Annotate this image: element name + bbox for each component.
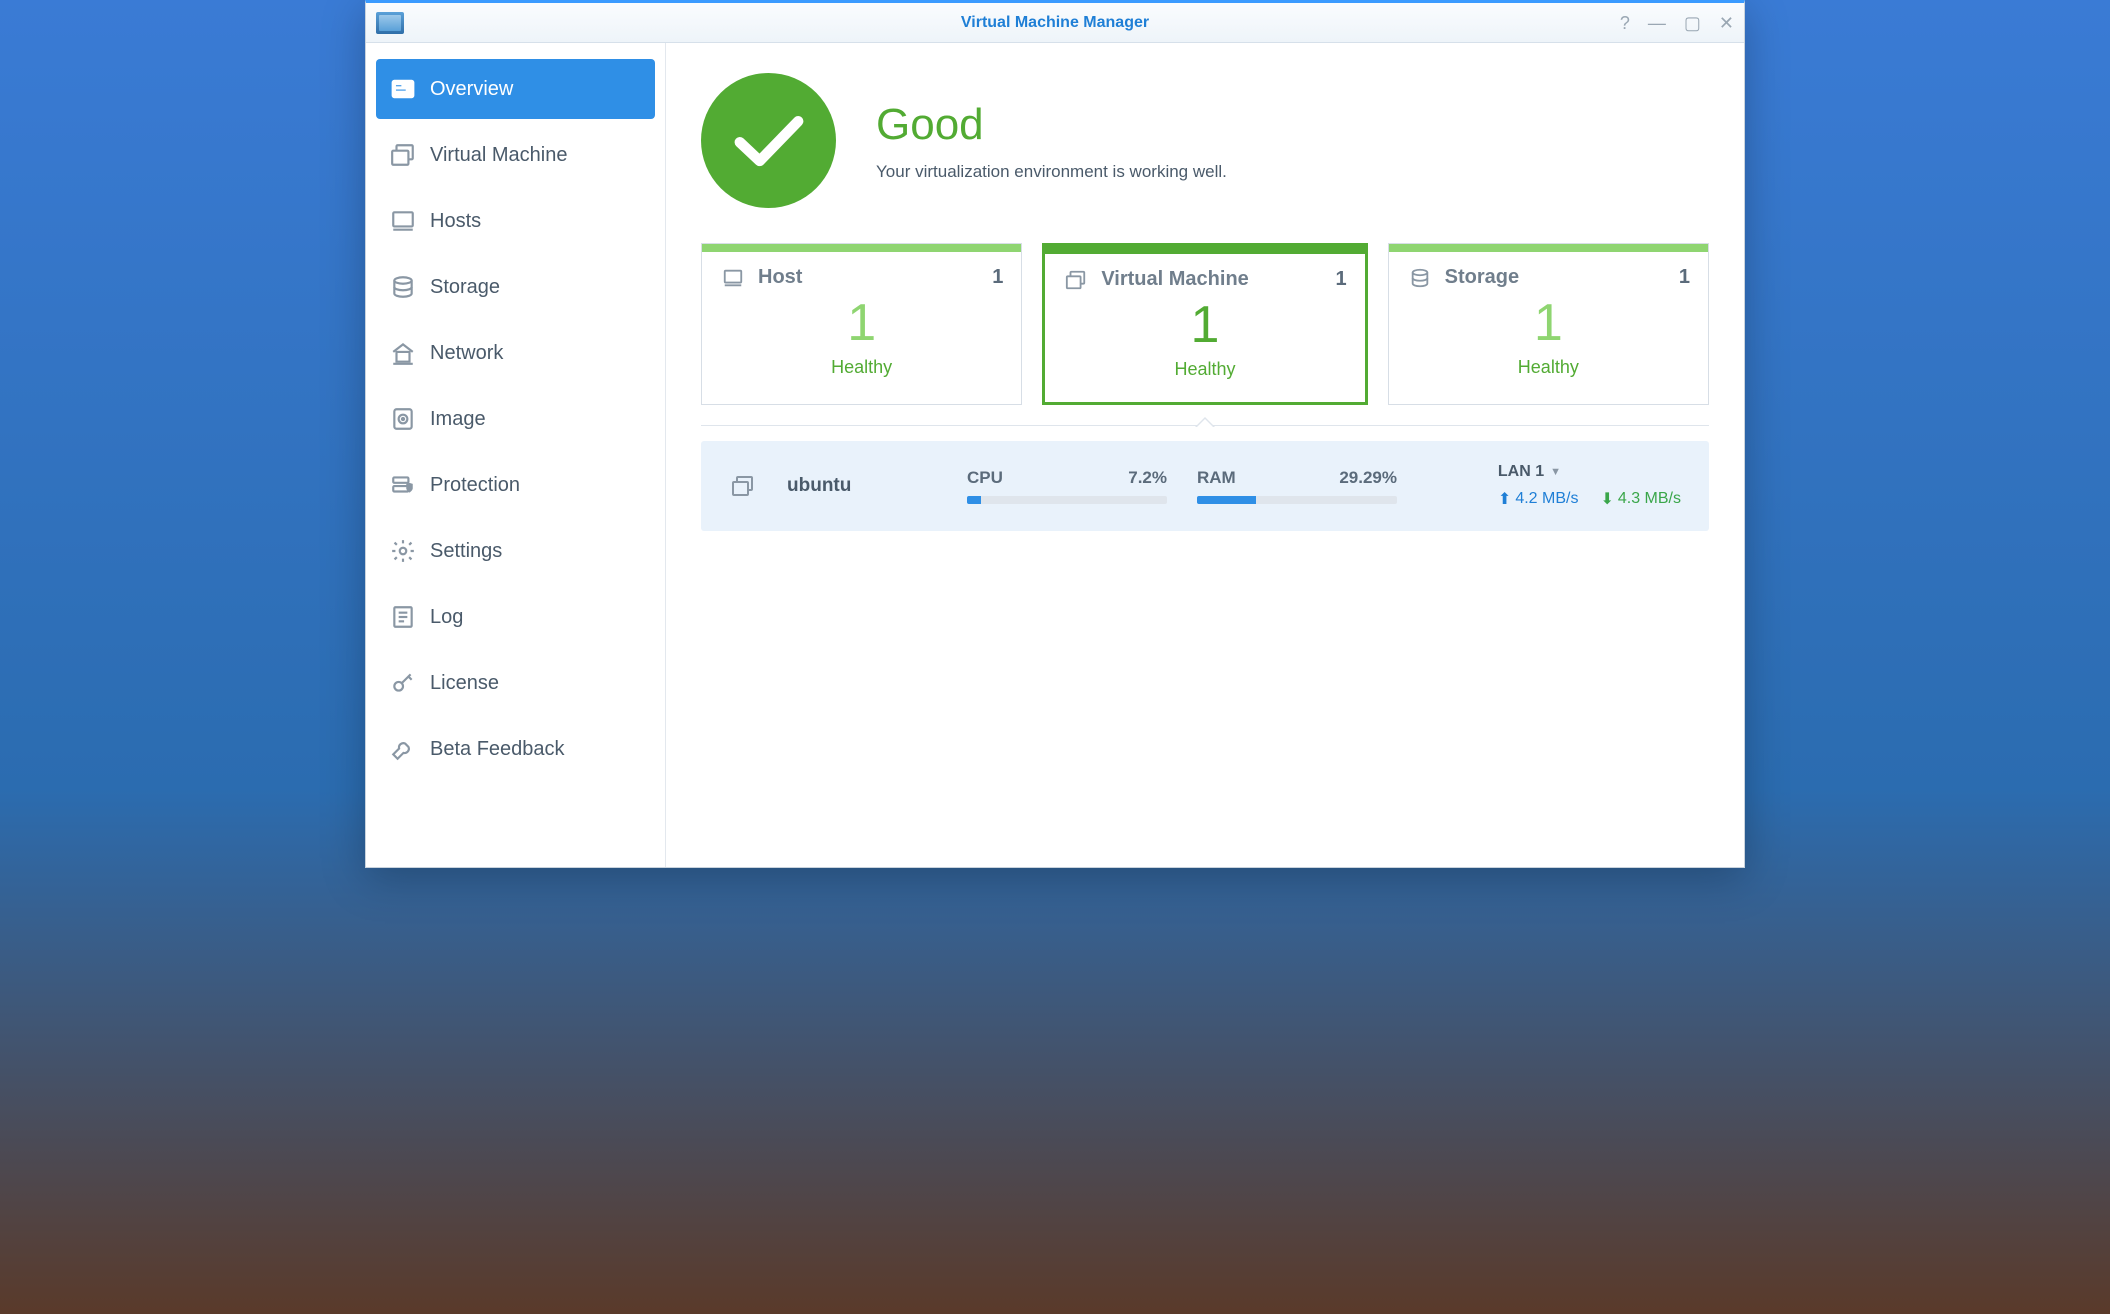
download-rate: ⬇ 4.3 MB/s (1600, 489, 1681, 509)
vm-list-row[interactable]: ubuntu CPU 7.2% RAM 29.29% (701, 441, 1709, 531)
host-icon (720, 267, 746, 289)
health-summary: Good Your virtualization environment is … (701, 73, 1709, 208)
sidebar-item-license[interactable]: License (376, 653, 655, 713)
minimize-button[interactable]: — (1648, 14, 1666, 32)
card-count: 1 (992, 266, 1003, 289)
titlebar: Virtual Machine Manager ? — ▢ ✕ (366, 3, 1744, 43)
card-label: Storage (1445, 266, 1667, 289)
sidebar-item-network[interactable]: Network (376, 323, 655, 383)
sidebar-item-virtual-machine[interactable]: Virtual Machine (376, 125, 655, 185)
status-headline: Good (876, 100, 1227, 150)
lan-selector[interactable]: LAN 1 ▼ (1498, 463, 1681, 481)
sidebar-item-label: Virtual Machine (430, 144, 567, 167)
card-status: Healthy (702, 357, 1021, 378)
sidebar-item-storage[interactable]: Storage (376, 257, 655, 317)
cpu-label: CPU (967, 468, 1003, 488)
network-icon (390, 340, 416, 366)
storage-icon (390, 274, 416, 300)
sidebar-item-hosts[interactable]: Hosts (376, 191, 655, 251)
host-icon (390, 208, 416, 234)
sidebar-item-label: Network (430, 342, 503, 365)
ram-percent: 29.29% (1339, 468, 1397, 488)
image-icon (390, 406, 416, 432)
card-connector (701, 425, 1709, 443)
vm-name: ubuntu (787, 475, 937, 497)
help-button[interactable]: ? (1620, 14, 1630, 32)
sidebar-item-label: Overview (430, 78, 513, 101)
status-subline: Your virtualization environment is worki… (876, 162, 1227, 182)
sidebar-item-log[interactable]: Log (376, 587, 655, 647)
card-status: Healthy (1389, 357, 1708, 378)
card-count: 1 (1679, 266, 1690, 289)
sidebar-item-protection[interactable]: Protection (376, 455, 655, 515)
gear-icon (390, 538, 416, 564)
card-big-number: 1 (702, 297, 1021, 349)
sidebar-item-image[interactable]: Image (376, 389, 655, 449)
sidebar-item-label: Storage (430, 276, 500, 299)
storage-icon (1407, 267, 1433, 289)
overview-icon (390, 76, 416, 102)
sidebar-item-label: License (430, 672, 499, 695)
log-icon (390, 604, 416, 630)
card-storage[interactable]: Storage 1 1 Healthy (1388, 243, 1709, 405)
protection-icon (390, 472, 416, 498)
sidebar-item-beta-feedback[interactable]: Beta Feedback (376, 719, 655, 779)
vm-icon (390, 142, 416, 168)
close-button[interactable]: ✕ (1719, 14, 1734, 32)
vm-icon (729, 474, 757, 498)
cpu-percent: 7.2% (1128, 468, 1167, 488)
arrow-down-icon: ⬇ (1600, 489, 1613, 509)
lan-label-text: LAN 1 (1498, 463, 1544, 481)
card-label: Virtual Machine (1101, 268, 1323, 291)
sidebar: Overview Virtual Machine Hosts Storage (366, 43, 666, 867)
wrench-icon (390, 736, 416, 762)
sidebar-item-label: Settings (430, 540, 502, 563)
app-window: Virtual Machine Manager ? — ▢ ✕ Overview… (365, 0, 1745, 868)
chevron-down-icon: ▼ (1550, 466, 1561, 478)
upload-rate: ⬆ 4.2 MB/s (1498, 489, 1579, 509)
key-icon (390, 670, 416, 696)
sidebar-item-label: Image (430, 408, 486, 431)
sidebar-item-overview[interactable]: Overview (376, 59, 655, 119)
window-title: Virtual Machine Manager (366, 14, 1744, 32)
card-host[interactable]: Host 1 1 Healthy (701, 243, 1022, 405)
card-count: 1 (1336, 268, 1347, 291)
arrow-up-icon: ⬆ (1498, 489, 1511, 509)
ram-metric: RAM 29.29% (1197, 468, 1397, 504)
cpu-metric: CPU 7.2% (967, 468, 1167, 504)
card-big-number: 1 (1045, 299, 1364, 351)
sidebar-item-label: Protection (430, 474, 520, 497)
ram-label: RAM (1197, 468, 1236, 488)
sidebar-item-label: Beta Feedback (430, 738, 565, 761)
vm-icon (1063, 269, 1089, 291)
sidebar-item-label: Hosts (430, 210, 481, 233)
main-content: Good Your virtualization environment is … (666, 43, 1744, 867)
checkmark-icon (701, 73, 836, 208)
maximize-button[interactable]: ▢ (1684, 14, 1701, 32)
card-virtual-machine[interactable]: Virtual Machine 1 1 Healthy (1042, 243, 1367, 405)
sidebar-item-label: Log (430, 606, 463, 629)
sidebar-item-settings[interactable]: Settings (376, 521, 655, 581)
app-icon (376, 12, 404, 34)
card-status: Healthy (1045, 359, 1364, 380)
card-big-number: 1 (1389, 297, 1708, 349)
card-label: Host (758, 266, 980, 289)
